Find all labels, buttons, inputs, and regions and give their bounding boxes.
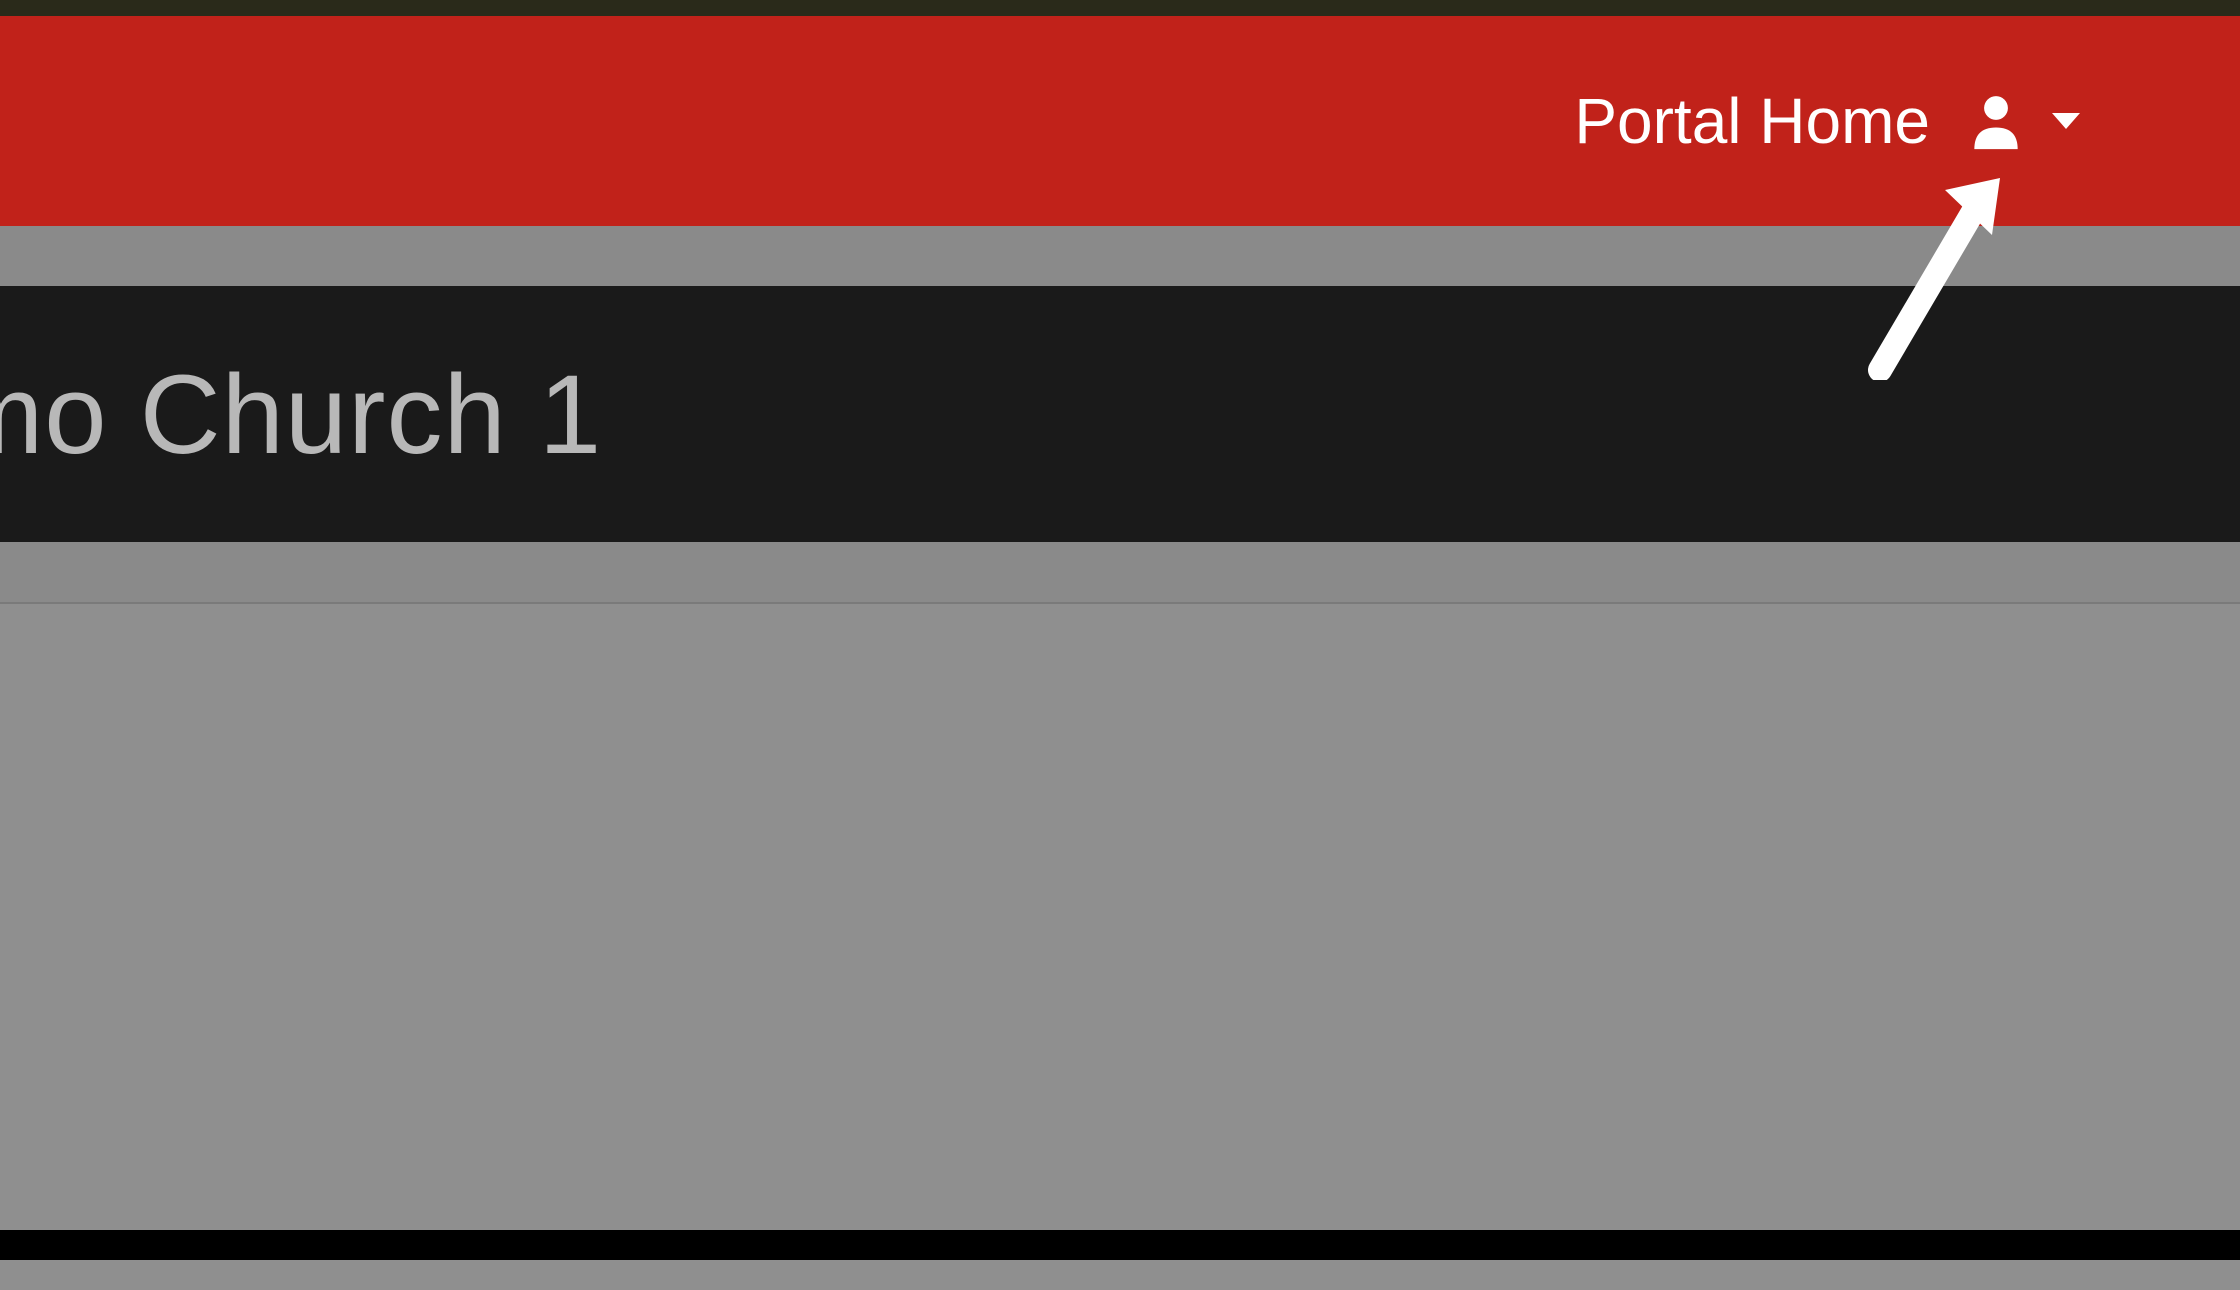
portal-home-link[interactable]: Portal Home (1574, 84, 1930, 158)
main-header: Portal Home (0, 16, 2240, 226)
top-border (0, 0, 2240, 16)
content-divider (0, 602, 2240, 604)
user-icon (1970, 92, 2022, 150)
caret-down-icon (2052, 113, 2080, 129)
content-area (0, 602, 2240, 1290)
user-menu-dropdown[interactable] (1970, 92, 2080, 150)
header-gap (0, 226, 2240, 286)
bottom-bar (0, 1230, 2240, 1260)
title-bar: mo Church 1 (0, 286, 2240, 542)
church-title: mo Church 1 (0, 350, 602, 479)
